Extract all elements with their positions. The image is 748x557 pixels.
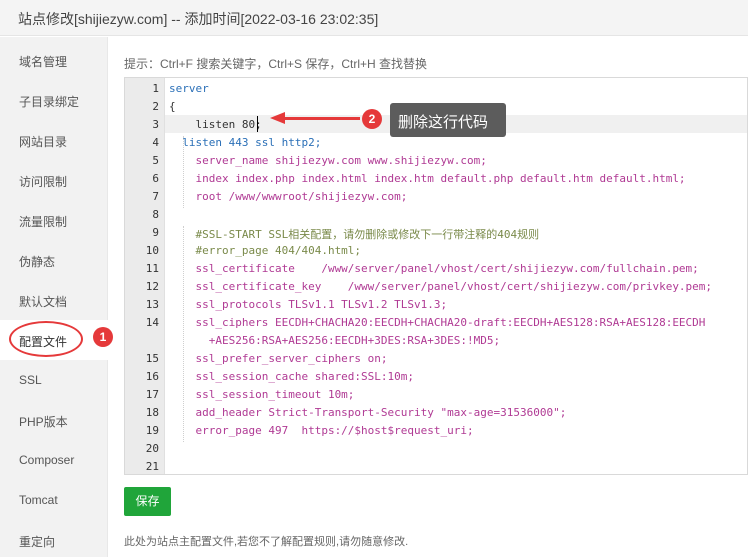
annotation-arrow-head — [270, 112, 285, 124]
sidebar-item-ssl[interactable]: SSL — [0, 360, 108, 400]
code-line: #SSL-START SSL相关配置，请勿删除或修改下一行带注释的404规则 — [169, 228, 540, 241]
annotation-badge-1: 1 — [93, 327, 113, 347]
line-number: 5 — [152, 154, 159, 167]
line-number: 7 — [152, 190, 159, 203]
sidebar-item-label: Tomcat — [19, 493, 58, 507]
footer-note: 此处为站点主配置文件,若您不了解配置规则,请勿随意修改. — [124, 536, 409, 548]
text-cursor — [257, 116, 258, 132]
code-line: ssl_certificate_key /www/server/panel/vh… — [169, 280, 713, 293]
code-line: #error_page 404/404.html; — [169, 244, 362, 257]
line-number: 8 — [152, 208, 159, 221]
sidebar-item-label: 访问限制 — [19, 175, 68, 189]
code-line: ssl_session_timeout 10m; — [169, 388, 355, 401]
line-number: 20 — [145, 442, 159, 455]
sidebar-item-domain[interactable]: 域名管理 — [0, 40, 108, 80]
sidebar-item-label: 流量限制 — [19, 215, 68, 229]
code-line: server_name shijiezyw.com www.shijiezyw.… — [169, 154, 487, 167]
annotation-arrow — [284, 117, 360, 120]
code-line: error_page 497 https://$host$request_uri… — [169, 424, 474, 437]
sidebar-item-label: SSL — [19, 373, 42, 387]
line-number: 18 — [145, 406, 159, 419]
annotation-callout: 删除这行代码 — [390, 103, 506, 137]
line-number: 1 — [152, 82, 159, 95]
code-line: root /www/wwwroot/shijiezyw.com; — [169, 190, 408, 203]
sidebar-item-label: 重定向 — [19, 535, 56, 549]
sidebar-item-traffic-limit[interactable]: 流量限制 — [0, 200, 108, 240]
sidebar: 域名管理 子目录绑定 网站目录 访问限制 流量限制 伪静态 默认文档 配置文件 … — [0, 37, 109, 557]
sidebar-item-subdir[interactable]: 子目录绑定 — [0, 80, 108, 120]
annotation-callout-text: 删除这行代码 — [398, 114, 489, 131]
sidebar-item-label: 网站目录 — [19, 135, 68, 149]
code-line: server — [169, 82, 209, 95]
sidebar-item-label: 子目录绑定 — [19, 95, 80, 109]
sidebar-item-label: PHP版本 — [19, 415, 68, 429]
line-number: 9 — [152, 226, 159, 239]
sidebar-item-php-version[interactable]: PHP版本 — [0, 400, 108, 440]
code-line: ssl_ciphers EECDH+CHACHA20:EECDH+CHACHA2… — [169, 316, 706, 329]
line-number: 10 — [145, 244, 159, 257]
line-number: 13 — [145, 298, 159, 311]
sidebar-item-composer[interactable]: Composer — [0, 440, 108, 480]
line-number: 19 — [145, 424, 159, 437]
code-line: ssl_protocols TLSv1.1 TLSv1.2 TLSv1.3; — [169, 298, 448, 311]
sidebar-item-default-doc[interactable]: 默认文档 — [0, 280, 108, 320]
code-line: +AES256:RSA+AES256:EECDH+3DES:RSA+3DES:!… — [169, 334, 501, 347]
code-line: add_header Strict-Transport-Security "ma… — [169, 406, 567, 419]
code-line: ssl_certificate /www/server/panel/vhost/… — [169, 262, 699, 275]
code-area[interactable]: server { listen 80; listen 443 ssl http2… — [165, 78, 747, 474]
line-number: 11 — [145, 262, 159, 275]
code-line: index index.php index.html index.htm def… — [169, 172, 686, 185]
annotation-badge-2: 2 — [362, 109, 382, 129]
code-line: listen 80; — [169, 118, 262, 131]
window-title: 站点修改[shijiezyw.com] -- 添加时间[2022-03-16 2… — [18, 11, 379, 27]
sidebar-item-rewrite[interactable]: 伪静态 — [0, 240, 108, 280]
sidebar-item-label: 默认文档 — [19, 295, 68, 309]
line-number: 16 — [145, 370, 159, 383]
line-number: 3 — [152, 118, 159, 131]
sidebar-item-site-dir[interactable]: 网站目录 — [0, 120, 108, 160]
save-button[interactable]: 保存 — [124, 487, 171, 516]
line-number: 12 — [145, 280, 159, 293]
annotation-ellipse — [9, 321, 83, 357]
code-line: listen 443 ssl http2; — [169, 136, 322, 149]
line-number: 17 — [145, 388, 159, 401]
window-titlebar: 站点修改[shijiezyw.com] -- 添加时间[2022-03-16 2… — [0, 0, 748, 36]
line-number: 4 — [152, 136, 159, 149]
line-number: 21 — [145, 460, 159, 473]
sidebar-item-redirect[interactable]: 重定向 — [0, 520, 108, 557]
editor-tip: 提示：Ctrl+F 搜索关键字，Ctrl+S 保存，Ctrl+H 查找替换 — [124, 57, 428, 71]
sidebar-item-label: 伪静态 — [19, 255, 56, 269]
code-line: { — [169, 100, 176, 113]
sidebar-item-label: Composer — [19, 453, 75, 467]
code-line: ssl_session_cache shared:SSL:10m; — [169, 370, 415, 383]
code-line: ssl_prefer_server_ciphers on; — [169, 352, 388, 365]
sidebar-item-access-limit[interactable]: 访问限制 — [0, 160, 108, 200]
sidebar-item-label: 域名管理 — [19, 55, 68, 69]
line-number: 6 — [152, 172, 159, 185]
line-number: 2 — [152, 100, 159, 113]
sidebar-item-tomcat[interactable]: Tomcat — [0, 480, 108, 520]
line-number: 14 — [145, 316, 159, 329]
line-number-gutter: 1 2 3 4 5 6 7 8 9 10 11 12 13 14 15 16 1… — [125, 78, 165, 474]
line-number: 15 — [145, 352, 159, 365]
